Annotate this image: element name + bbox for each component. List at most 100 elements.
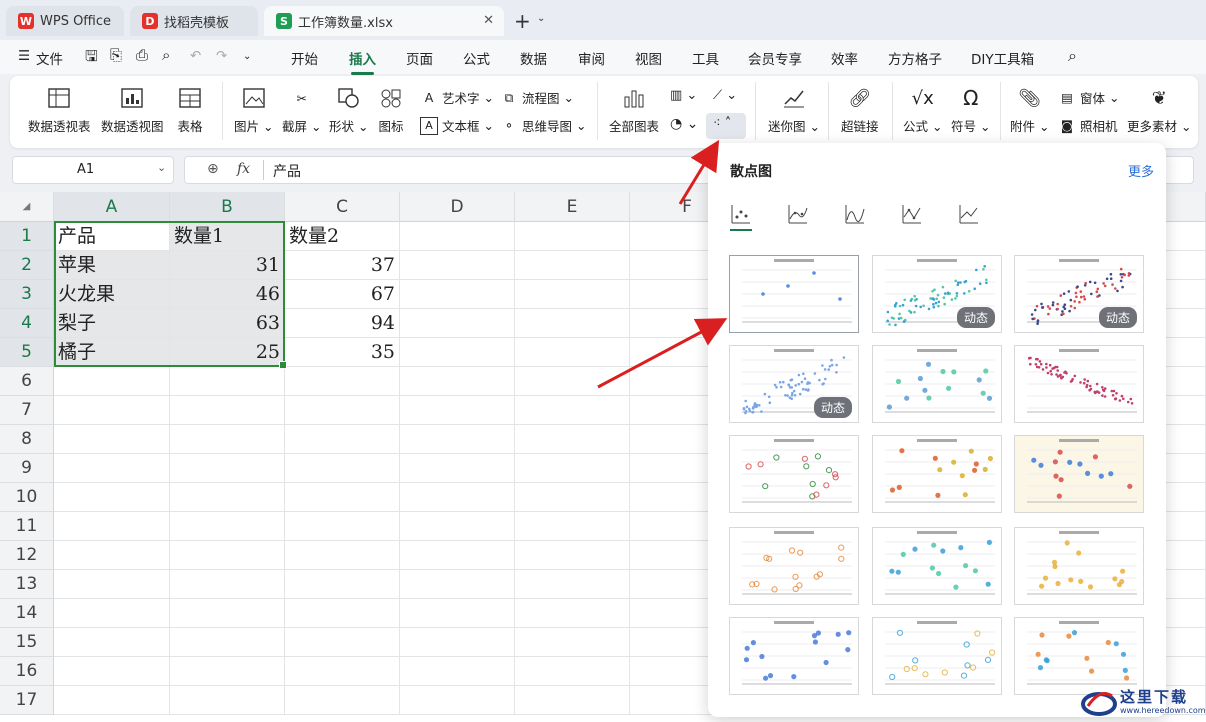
cell[interactable] [54,599,170,628]
chevron-down-icon[interactable]: ⌄ [157,161,166,174]
row-header[interactable]: 4 [0,309,54,338]
scatter-template-thumbnail[interactable]: 动态 [729,345,859,423]
cell[interactable] [515,338,630,367]
cell[interactable]: 31 [170,251,285,280]
scatter-template-thumbnail[interactable] [729,527,859,605]
row-header[interactable]: 7 [0,396,54,425]
mindmap-button[interactable]: ⚬ 思维导图 ⌄ [500,116,587,135]
cell[interactable] [400,251,515,280]
chevron-down-icon[interactable]: ⌄ [537,13,545,24]
cell[interactable] [170,628,285,657]
column-chart-icon[interactable]: ▥ ⌄ [670,88,697,103]
cell[interactable] [285,599,400,628]
art-text-button[interactable]: A 艺术字 ⌄ [420,88,494,107]
row-header[interactable]: 15 [0,628,54,657]
row-header[interactable]: 6 [0,367,54,396]
column-header[interactable]: B [170,192,285,222]
scatter-template-thumbnail[interactable]: 动态 [872,255,1002,333]
all-charts-button[interactable]: 全部图表 [609,86,659,135]
row-header[interactable]: 1 [0,222,54,251]
more-link[interactable]: 更多 [1128,161,1154,180]
cell[interactable] [170,396,285,425]
menu-fangfang[interactable]: 方方格子 [888,48,942,68]
cell[interactable]: 火龙果 [54,280,170,309]
cell[interactable] [170,599,285,628]
zoom-icon[interactable]: ⊕ [207,161,219,177]
cell[interactable] [285,512,400,541]
scatter-template-thumbnail[interactable]: 动态 [1014,255,1144,333]
cell[interactable]: 苹果 [54,251,170,280]
text-box-button[interactable]: A 文本框 ⌄ [420,116,494,135]
cell[interactable] [285,454,400,483]
column-header[interactable]: A [54,192,170,222]
attachment-button[interactable]: 📎︎ 附件 ⌄ [1010,86,1049,135]
cell[interactable] [515,541,630,570]
menu-review[interactable]: 审阅 [578,48,605,68]
search-icon[interactable]: ⌕ [1068,46,1077,66]
cell[interactable] [515,222,630,251]
chevron-down-icon[interactable]: ⌄ [243,51,251,62]
row-header[interactable]: 16 [0,657,54,686]
cell[interactable] [54,512,170,541]
cell[interactable] [54,686,170,715]
cell[interactable] [54,367,170,396]
cell[interactable] [170,454,285,483]
cell[interactable]: 67 [285,280,400,309]
icon-button[interactable]: 图标 [378,86,404,135]
cell[interactable]: 63 [170,309,285,338]
table-button[interactable]: 表格 [177,86,203,135]
cell[interactable] [400,570,515,599]
cell[interactable] [515,425,630,454]
cell[interactable] [54,483,170,512]
row-header[interactable]: 10 [0,483,54,512]
cell[interactable] [170,657,285,686]
cell[interactable] [170,570,285,599]
row-header[interactable]: 2 [0,251,54,280]
select-all-corner[interactable]: ◢ [0,192,54,222]
cell[interactable] [515,570,630,599]
cell[interactable] [170,425,285,454]
cell[interactable] [515,628,630,657]
cell[interactable] [170,512,285,541]
cell[interactable]: 橘子 [54,338,170,367]
cell[interactable] [400,425,515,454]
cell[interactable]: 35 [285,338,400,367]
cell[interactable] [400,280,515,309]
screenshot-button[interactable]: ✂ 截屏 ⌄ [282,86,321,135]
menu-page[interactable]: 页面 [406,48,433,68]
smooth-line-scatter-icon[interactable] [787,203,809,225]
column-header[interactable]: E [515,192,630,222]
row-header[interactable]: 12 [0,541,54,570]
flowchart-button[interactable]: ⧉ 流程图 ⌄ [500,88,574,107]
formula-button[interactable]: √x 公式 ⌄ [903,86,942,135]
cell[interactable] [285,657,400,686]
row-header[interactable]: 8 [0,425,54,454]
cell[interactable]: 梨子 [54,309,170,338]
row-header[interactable]: 9 [0,454,54,483]
cell[interactable] [400,657,515,686]
tab-docer-templates[interactable]: D 找稻壳模板 [130,6,258,36]
cell[interactable] [170,483,285,512]
cell[interactable] [285,570,400,599]
cell[interactable] [170,367,285,396]
cell[interactable]: 94 [285,309,400,338]
scatter-template-thumbnail[interactable] [1014,345,1144,423]
cell[interactable]: 25 [170,338,285,367]
export-icon[interactable]: ⎘ [110,46,122,64]
sparkline-button[interactable]: 迷你图 ⌄ [768,86,820,135]
cell[interactable] [54,541,170,570]
cell[interactable] [285,425,400,454]
pivot-table-button[interactable]: 数据透视表 [28,86,91,135]
cell[interactable]: 产品 [54,222,170,251]
cell[interactable] [515,454,630,483]
menu-diy-toolbox[interactable]: DIY工具箱 [971,48,1034,68]
cell[interactable] [285,541,400,570]
row-header[interactable]: 17 [0,686,54,715]
cell[interactable] [285,628,400,657]
cell[interactable]: 37 [285,251,400,280]
scatter-chart-icon[interactable]: ⁖ ˄ [713,116,731,131]
cell[interactable] [400,396,515,425]
scatter-template-thumbnail[interactable] [872,527,1002,605]
cell[interactable] [515,251,630,280]
cell[interactable] [515,396,630,425]
